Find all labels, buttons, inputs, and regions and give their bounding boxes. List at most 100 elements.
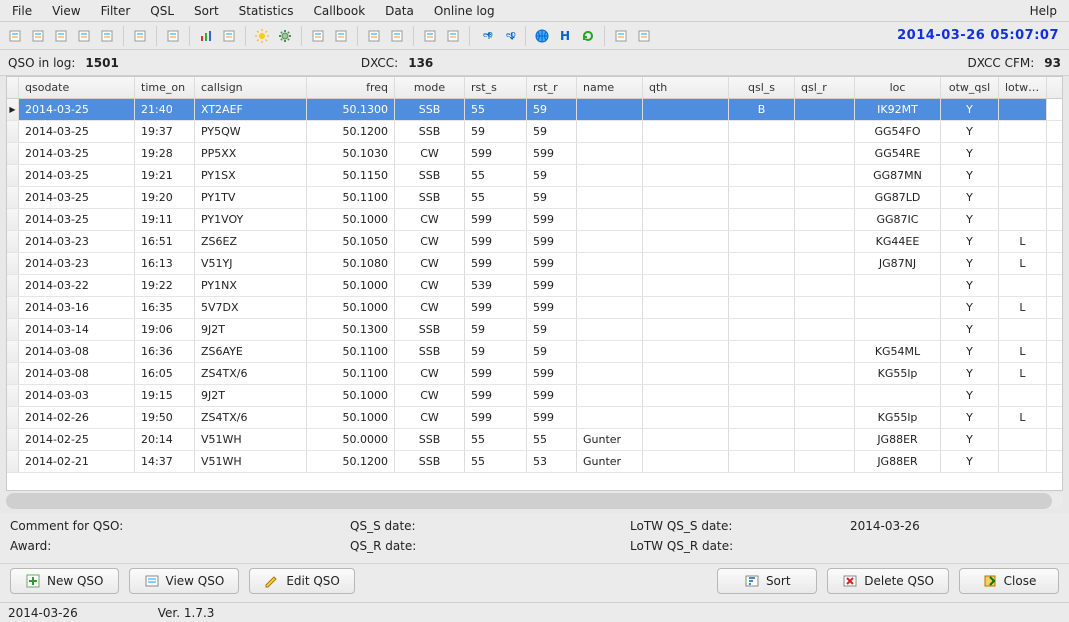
cell-rstr: 59 [527, 319, 577, 340]
menu-help[interactable]: Help [1020, 2, 1067, 20]
toolbar-separator [189, 26, 190, 46]
cell-name [577, 341, 643, 362]
refresh-button[interactable] [577, 25, 599, 47]
dxcc-label: DXCC: [361, 56, 398, 70]
table-body[interactable]: 2014-03-2521:40XT2AEF50.1300SSB5559BIK92… [7, 99, 1062, 490]
close-button[interactable]: Close [959, 568, 1059, 594]
doc-new-button[interactable] [307, 25, 329, 47]
list-green-button[interactable] [363, 25, 385, 47]
table-row[interactable]: 2014-02-2619:50ZS4TX/650.1000CW599599KG5… [7, 407, 1062, 429]
list-blue-button[interactable] [386, 25, 408, 47]
eq-down-button[interactable]: eQ [498, 25, 520, 47]
scrollbar-thumb[interactable] [6, 493, 1052, 509]
col-qslr[interactable]: qsl_r [795, 77, 855, 98]
cell-freq: 50.1200 [307, 121, 395, 142]
menu-file[interactable]: File [2, 2, 42, 20]
status-date: 2014-03-26 [8, 606, 78, 620]
menu-callbook[interactable]: Callbook [304, 2, 376, 20]
cell-otw: Y [941, 209, 999, 230]
device-button[interactable] [610, 25, 632, 47]
table-row[interactable]: 2014-03-1616:355V7DX50.1000CW599599YL [7, 297, 1062, 319]
cell-lotw [999, 165, 1047, 186]
cell-loc: JG88ER [855, 429, 941, 450]
cell-rstr: 599 [527, 407, 577, 428]
table-row[interactable]: 2014-03-2521:40XT2AEF50.1300SSB5559BIK92… [7, 99, 1062, 121]
globe-button[interactable] [531, 25, 553, 47]
new-qso-button[interactable]: New QSO [10, 568, 119, 594]
cell-timeon: 16:36 [135, 341, 195, 362]
table-button[interactable] [218, 25, 240, 47]
table-row[interactable]: 2014-03-2219:22PY1NX50.1000CW539599Y [7, 275, 1062, 297]
table-row[interactable]: 2014-03-2316:51ZS6EZ50.1050CW599599KG44E… [7, 231, 1062, 253]
home-button[interactable]: H [554, 25, 576, 47]
col-timeon[interactable]: time_on [135, 77, 195, 98]
col-mode[interactable]: mode [395, 77, 465, 98]
menu-onlinelog[interactable]: Online log [424, 2, 505, 20]
gear-button[interactable] [274, 25, 296, 47]
col-qsodate[interactable]: qsodate [19, 77, 135, 98]
menu-filter[interactable]: Filter [91, 2, 141, 20]
new-qso-button[interactable] [4, 25, 26, 47]
view-qso-button[interactable] [27, 25, 49, 47]
cell-qslr [795, 407, 855, 428]
menu-qsl[interactable]: QSL [140, 2, 184, 20]
row-marker [7, 121, 19, 142]
cell-name [577, 363, 643, 384]
delete-qso-button[interactable]: Delete QSO [827, 568, 949, 594]
cell-qsodate: 2014-03-08 [19, 363, 135, 384]
edit-qso-button[interactable] [50, 25, 72, 47]
menu-sort[interactable]: Sort [184, 2, 229, 20]
grid-icon [99, 28, 115, 44]
sun-button[interactable] [251, 25, 273, 47]
col-qsls[interactable]: qsl_s [729, 77, 795, 98]
cell-timeon: 16:51 [135, 231, 195, 252]
col-loc[interactable]: loc [855, 77, 941, 98]
window-button[interactable] [162, 25, 184, 47]
menu-data[interactable]: Data [375, 2, 424, 20]
view-qso-button[interactable]: View QSO [129, 568, 240, 594]
table-row[interactable]: 2014-03-2519:37PY5QW50.1200SSB5959GG54FO… [7, 121, 1062, 143]
doc-button[interactable] [330, 25, 352, 47]
col-lotw[interactable]: lotw_q [999, 77, 1047, 98]
cell-otw: Y [941, 341, 999, 362]
sort-label: Sort [766, 574, 791, 588]
tool-wrench-button[interactable] [129, 25, 151, 47]
cell-loc: KG44EE [855, 231, 941, 252]
table-row[interactable]: 2014-03-2519:20PY1TV50.1100SSB5559GG87LD… [7, 187, 1062, 209]
horizontal-scrollbar[interactable] [6, 493, 1063, 509]
cell-loc [855, 275, 941, 296]
cell-mode: CW [395, 297, 465, 318]
col-qth[interactable]: qth [643, 77, 729, 98]
col-freq[interactable]: freq [307, 77, 395, 98]
export-button[interactable] [419, 25, 441, 47]
menu-view[interactable]: View [42, 2, 90, 20]
chart-bar-button[interactable] [195, 25, 217, 47]
table-row[interactable]: 2014-02-2520:14V51WH50.0000SSB5555Gunter… [7, 429, 1062, 451]
edit-qso-button[interactable]: Edit QSO [249, 568, 355, 594]
sort-button[interactable]: Sort [717, 568, 817, 594]
cell-timeon: 20:14 [135, 429, 195, 450]
grid-button[interactable] [96, 25, 118, 47]
table-row[interactable]: 2014-03-0816:36ZS6AYE50.1100SSB5959KG54M… [7, 341, 1062, 363]
table-row[interactable]: 2014-02-2114:37V51WH50.1200SSB5553Gunter… [7, 451, 1062, 473]
col-callsign[interactable]: callsign [195, 77, 307, 98]
cell-timeon: 16:35 [135, 297, 195, 318]
import-button[interactable] [442, 25, 464, 47]
col-rsts[interactable]: rst_s [465, 77, 527, 98]
table-row[interactable]: 2014-03-2519:21PY1SX50.1150SSB5559GG87MN… [7, 165, 1062, 187]
cell-rstr: 59 [527, 99, 577, 120]
table-row[interactable]: 2014-03-2316:13V51YJ50.1080CW599599JG87N… [7, 253, 1062, 275]
table-row[interactable]: 2014-03-2519:28PP5XX50.1030CW599599GG54R… [7, 143, 1062, 165]
table-row[interactable]: 2014-03-1419:069J2T50.1300SSB5959Y [7, 319, 1062, 341]
props-button[interactable] [633, 25, 655, 47]
col-rstr[interactable]: rst_r [527, 77, 577, 98]
col-name[interactable]: name [577, 77, 643, 98]
table-row[interactable]: 2014-03-0816:05ZS4TX/650.1100CW599599KG5… [7, 363, 1062, 385]
menu-statistics[interactable]: Statistics [229, 2, 304, 20]
col-otw[interactable]: otw_qsl [941, 77, 999, 98]
dxcc-value: 136 [408, 56, 433, 70]
table-row[interactable]: 2014-03-0319:159J2T50.1000CW599599Y [7, 385, 1062, 407]
table-row[interactable]: 2014-03-2519:11PY1VOY50.1000CW599599GG87… [7, 209, 1062, 231]
eq-up-button[interactable]: eQ [475, 25, 497, 47]
copy-qso-button[interactable] [73, 25, 95, 47]
